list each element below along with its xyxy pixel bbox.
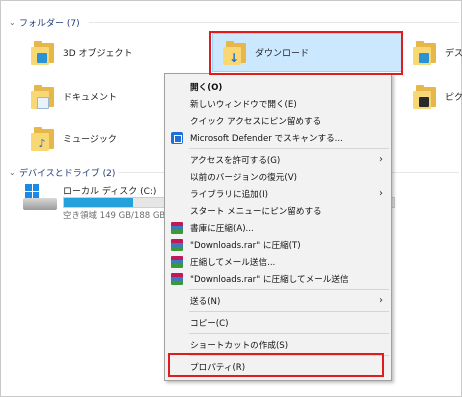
chevron-down-icon: ⌄: [9, 17, 16, 27]
folder-label: ミュージック: [63, 134, 117, 145]
music-folder-icon: ♪: [31, 125, 55, 151]
menu-item-pin-start[interactable]: スタート メニューにピン留めする: [165, 202, 391, 219]
3d-objects-folder-icon: [31, 39, 55, 65]
menu-label: "Downloads.rar" に圧縮してメール送信: [190, 274, 349, 285]
folders-group-label: フォルダー (7): [19, 18, 80, 29]
menu-label: アクセスを許可する(G): [190, 155, 281, 166]
menu-item-compress-email[interactable]: 圧縮してメール送信...: [165, 253, 391, 270]
folder-label: デスク: [445, 48, 462, 59]
menu-label: 書庫に圧縮(A)...: [190, 223, 254, 234]
folder-pictures[interactable]: ピクチ: [413, 83, 462, 109]
menu-item-give-access[interactable]: アクセスを許可する(G) ›: [165, 151, 391, 168]
menu-label: 開く(O): [190, 82, 223, 93]
menu-label: スタート メニューにピン留めする: [190, 206, 322, 217]
folders-group-header[interactable]: ⌄ フォルダー (7): [9, 15, 459, 29]
winrar-icon: [171, 272, 183, 285]
menu-item-add-downloads-rar[interactable]: "Downloads.rar" に圧縮(T): [165, 236, 391, 253]
menu-item-open-new-window[interactable]: 新しいウィンドウで開く(E): [165, 95, 391, 112]
folder-3d-objects[interactable]: 3D オブジェクト: [31, 39, 133, 65]
folder-label: ピクチ: [445, 92, 462, 103]
menu-label: クイック アクセスにピン留めする: [190, 116, 322, 127]
menu-item-compress-downloads-email[interactable]: "Downloads.rar" に圧縮してメール送信: [165, 270, 391, 287]
menu-item-pin-quick-access[interactable]: クイック アクセスにピン留めする: [165, 112, 391, 129]
menu-item-open[interactable]: 開く(O): [165, 78, 391, 95]
desktop-folder-icon: [413, 39, 437, 65]
menu-item-send-to[interactable]: 送る(N) ›: [165, 292, 391, 309]
submenu-arrow-icon: ›: [379, 154, 383, 165]
menu-separator: [189, 148, 389, 149]
winrar-icon: [171, 255, 183, 268]
highlight-box-downloads: [209, 31, 403, 75]
menu-item-include-library[interactable]: ライブラリに追加(I) ›: [165, 185, 391, 202]
menu-item-restore-versions[interactable]: 以前のバージョンの復元(V): [165, 168, 391, 185]
drive-free-space: 空き領域 149 GB/188 GB: [63, 211, 166, 221]
winrar-icon: [171, 221, 183, 234]
menu-separator: [189, 333, 389, 334]
drive-name: ローカル ディスク (C:): [63, 187, 157, 197]
defender-shield-icon: [171, 131, 183, 144]
folder-documents[interactable]: ドキュメント: [31, 83, 117, 109]
submenu-arrow-icon: ›: [379, 295, 383, 306]
submenu-arrow-icon: ›: [379, 188, 383, 199]
drive-usage-fill: [64, 198, 134, 207]
menu-item-add-archive[interactable]: 書庫に圧縮(A)...: [165, 219, 391, 236]
menu-item-defender-scan[interactable]: Microsoft Defender でスキャンする...: [165, 129, 391, 146]
winrar-icon: [171, 238, 183, 251]
explorer-window: ⌄ フォルダー (7) 3D オブジェクト ↓ ダウンロード デスク ドキュメン…: [0, 0, 462, 397]
folder-music[interactable]: ♪ ミュージック: [31, 125, 117, 151]
highlight-box-properties: [168, 353, 384, 377]
menu-separator: [189, 311, 389, 312]
context-menu: 開く(O) 新しいウィンドウで開く(E) クイック アクセスにピン留めする Mi…: [164, 73, 392, 381]
divider: [89, 22, 459, 23]
pictures-folder-icon: [413, 83, 437, 109]
menu-label: 圧縮してメール送信...: [190, 257, 276, 268]
menu-label: ライブラリに追加(I): [190, 189, 268, 200]
folder-label: 3D オブジェクト: [63, 48, 133, 59]
menu-label: コピー(C): [190, 318, 229, 329]
menu-label: 送る(N): [190, 296, 221, 307]
folder-label: ドキュメント: [63, 92, 118, 103]
menu-separator: [189, 289, 389, 290]
menu-label: ショートカットの作成(S): [190, 340, 289, 351]
menu-item-create-shortcut[interactable]: ショートカットの作成(S): [165, 336, 391, 353]
documents-folder-icon: [31, 83, 55, 109]
menu-item-copy[interactable]: コピー(C): [165, 314, 391, 331]
local-disk-icon: [23, 184, 59, 218]
menu-label: "Downloads.rar" に圧縮(T): [190, 240, 301, 251]
menu-label: Microsoft Defender でスキャンする...: [190, 133, 343, 144]
chevron-down-icon: ⌄: [9, 167, 16, 177]
menu-label: 新しいウィンドウで開く(E): [190, 99, 297, 110]
menu-label: 以前のバージョンの復元(V): [190, 172, 297, 183]
devices-group-label: デバイスとドライブ (2): [19, 168, 116, 179]
folder-desktop[interactable]: デスク: [413, 39, 462, 65]
